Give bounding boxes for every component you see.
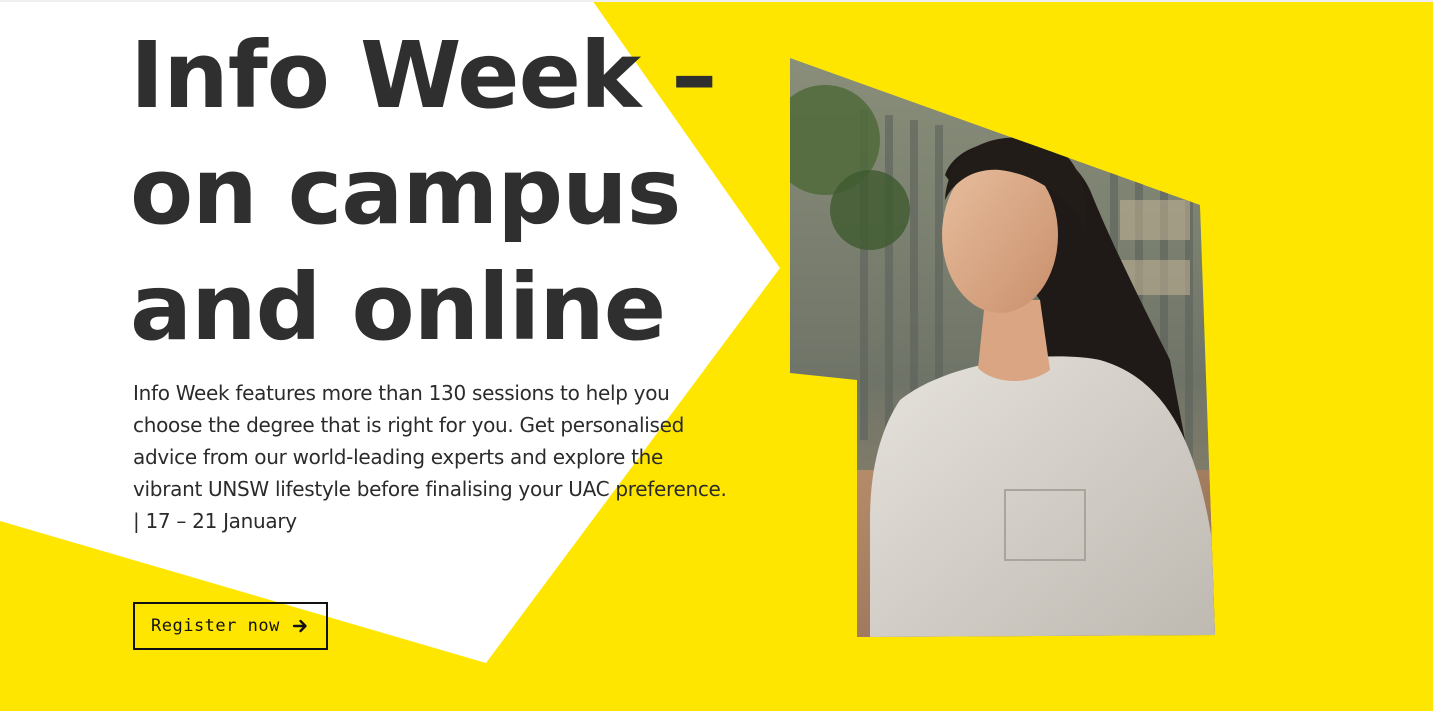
title-line: Info Week – xyxy=(130,22,717,129)
title-line: and online xyxy=(130,254,666,361)
arrow-right-icon xyxy=(292,619,307,633)
register-now-label: Register now xyxy=(151,616,280,636)
hero-description: Info Week features more than 130 session… xyxy=(133,381,727,533)
hero-banner: Info Week – on campus and online Info We… xyxy=(0,0,1433,711)
register-now-button[interactable]: Register now xyxy=(133,602,328,650)
title-line: on campus xyxy=(130,138,681,245)
page-title: Info Week – on campus and online xyxy=(130,18,770,366)
